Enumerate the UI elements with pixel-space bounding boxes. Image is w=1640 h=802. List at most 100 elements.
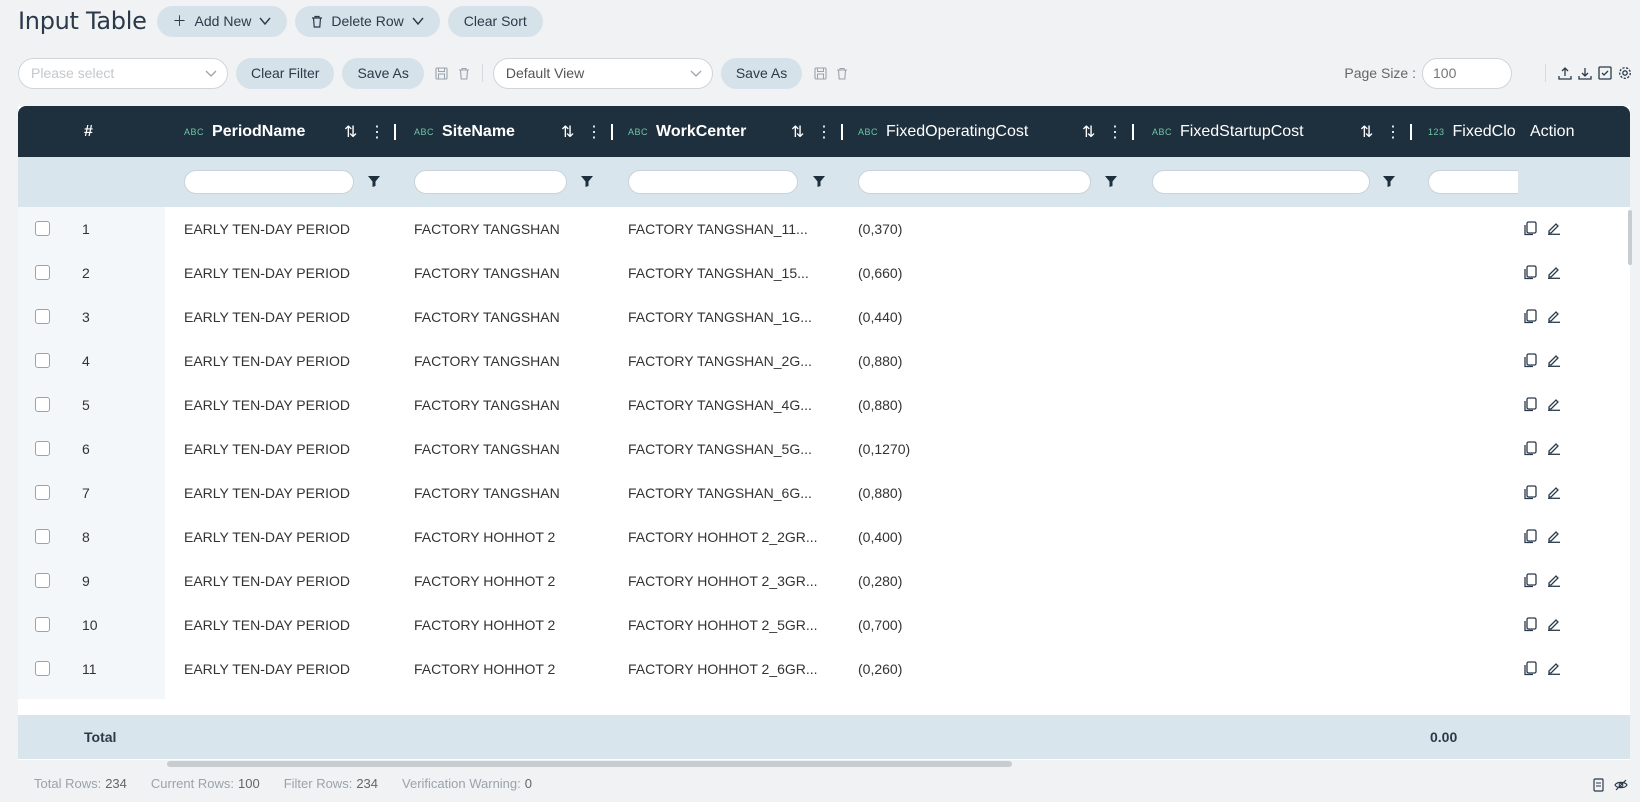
filter-select[interactable]: Please select (18, 57, 228, 89)
save-icon[interactable] (434, 65, 450, 81)
edit-icon[interactable] (1547, 529, 1561, 543)
upload-icon[interactable] (1558, 66, 1572, 80)
fixed-operating-cost-filter-input[interactable] (858, 170, 1091, 194)
row-checkbox[interactable] (35, 397, 50, 412)
row-checkbox[interactable] (35, 617, 50, 632)
column-resize-handle[interactable] (841, 106, 843, 157)
eye-off-icon[interactable] (1614, 778, 1628, 792)
table-row[interactable]: 9 EARLY TEN-DAY PERIOD FACTORY HOHHOT 2 FAC… (18, 559, 1630, 603)
sort-icon[interactable]: ⇅ (1082, 106, 1095, 157)
table-row[interactable]: 8 EARLY TEN-DAY PERIOD FACTORY HOHHOT 2 FAC… (18, 515, 1630, 559)
download-icon[interactable] (1578, 66, 1592, 80)
view-select[interactable]: Default View (492, 57, 713, 89)
row-checkbox[interactable] (35, 441, 50, 456)
edit-icon[interactable] (1547, 441, 1561, 455)
filter-icon[interactable] (813, 175, 825, 187)
column-header-fixed-operating-cost[interactable]: ABC FixedOperatingCost (858, 106, 1028, 157)
edit-icon[interactable] (1547, 661, 1561, 675)
fixed-closing-cost-filter-input[interactable] (1428, 170, 1518, 194)
edit-icon[interactable] (1547, 617, 1561, 631)
more-vertical-icon[interactable]: ⋮ (586, 106, 602, 157)
sort-icon[interactable]: ⇅ (561, 106, 574, 157)
sort-icon[interactable]: ⇅ (791, 106, 804, 157)
filter-icon[interactable] (1383, 175, 1395, 187)
horizontal-scrollbar[interactable] (167, 761, 1012, 767)
sort-icon[interactable]: ⇅ (344, 106, 357, 157)
vertical-scrollbar[interactable] (1628, 210, 1632, 265)
copy-icon[interactable] (1523, 617, 1537, 632)
trash-icon[interactable] (456, 65, 472, 81)
period-name-filter-input[interactable] (184, 170, 354, 194)
document-icon[interactable] (1592, 778, 1606, 792)
edit-icon[interactable] (1547, 265, 1561, 279)
site-name-filter-input[interactable] (414, 170, 567, 194)
copy-icon[interactable] (1523, 441, 1537, 456)
row-checkbox[interactable] (35, 265, 50, 280)
row-checkbox[interactable] (35, 573, 50, 588)
filter-icon[interactable] (581, 175, 593, 187)
row-checkbox[interactable] (35, 221, 50, 236)
save-icon[interactable] (812, 65, 828, 81)
column-header-site-name[interactable]: ABC SiteName (414, 106, 515, 157)
row-checkbox[interactable] (35, 529, 50, 544)
table-row[interactable]: 7 EARLY TEN-DAY PERIOD FACTORY TANGSHAN FAC… (18, 471, 1630, 515)
page-size-input[interactable]: 100 (1422, 57, 1512, 89)
column-resize-handle[interactable] (611, 106, 613, 157)
more-vertical-icon[interactable]: ⋮ (369, 106, 385, 157)
column-resize-handle[interactable] (394, 106, 396, 157)
copy-icon[interactable] (1523, 529, 1537, 544)
copy-icon[interactable] (1523, 309, 1537, 324)
copy-icon[interactable] (1523, 661, 1537, 676)
table-row[interactable]: 10 EARLY TEN-DAY PERIOD FACTORY HOHHOT 2 FA… (18, 603, 1630, 647)
more-vertical-icon[interactable]: ⋮ (816, 106, 832, 157)
save-view-as-button[interactable]: Save As (720, 57, 803, 89)
column-resize-handle[interactable] (1410, 106, 1412, 157)
column-header-fixed-startup-cost[interactable]: ABC FixedStartupCost (1152, 106, 1304, 157)
table-row[interactable]: 12 EARLY TEN-DAY PERIOD FACTORY HOHHOT 2 FA… (18, 691, 1630, 699)
edit-icon[interactable] (1547, 485, 1561, 499)
row-checkbox[interactable] (35, 485, 50, 500)
checkbox-list-icon[interactable] (1598, 66, 1612, 80)
copy-icon[interactable] (1523, 397, 1537, 412)
filter-icon[interactable] (368, 175, 380, 187)
table-row[interactable]: 2 EARLY TEN-DAY PERIOD FACTORY TANGSHAN FAC… (18, 251, 1630, 295)
save-filter-as-button[interactable]: Save As (342, 57, 424, 89)
edit-icon[interactable] (1547, 309, 1561, 323)
table-row[interactable]: 11 EARLY TEN-DAY PERIOD FACTORY HOHHOT 2 FA… (18, 647, 1630, 691)
row-checkbox[interactable] (35, 309, 50, 324)
edit-icon[interactable] (1547, 573, 1561, 587)
more-vertical-icon[interactable]: ⋮ (1385, 106, 1401, 157)
table-row[interactable]: 3 EARLY TEN-DAY PERIOD FACTORY TANGSHAN FAC… (18, 295, 1630, 339)
column-header-fixed-closing-cost[interactable]: 123 FixedClo (1428, 106, 1528, 157)
edit-icon[interactable] (1547, 397, 1561, 411)
table-row[interactable]: 5 EARLY TEN-DAY PERIOD FACTORY TANGSHAN FAC… (18, 383, 1630, 427)
copy-icon[interactable] (1523, 265, 1537, 280)
table-row[interactable]: 6 EARLY TEN-DAY PERIOD FACTORY TANGSHAN FAC… (18, 427, 1630, 471)
sort-icon[interactable]: ⇅ (1360, 106, 1373, 157)
column-header-period-name[interactable]: ABC PeriodName (184, 106, 305, 157)
fixed-startup-cost-filter-input[interactable] (1152, 170, 1370, 194)
column-resize-handle[interactable] (1132, 106, 1134, 157)
table-row[interactable]: 1 EARLY TEN-DAY PERIOD FACTORY TANGSHAN FAC… (18, 207, 1630, 251)
fixed-operating-cost-cell: (0,880) (858, 353, 903, 369)
copy-icon[interactable] (1523, 221, 1537, 236)
gear-icon[interactable] (1618, 66, 1632, 80)
clear-filter-button[interactable]: Clear Filter (236, 57, 335, 89)
row-checkbox[interactable] (35, 353, 50, 368)
filter-icon[interactable] (1105, 175, 1117, 187)
column-header-work-center[interactable]: ABC WorkCenter (628, 106, 746, 157)
copy-icon[interactable] (1523, 353, 1537, 368)
table-row[interactable]: 4 EARLY TEN-DAY PERIOD FACTORY TANGSHAN FAC… (18, 339, 1630, 383)
row-checkbox[interactable] (35, 661, 50, 676)
delete-row-button[interactable]: Delete Row (295, 5, 440, 37)
edit-icon[interactable] (1547, 353, 1561, 367)
add-new-button[interactable]: ＋ Add New (156, 5, 288, 37)
trash-icon[interactable] (834, 65, 850, 81)
copy-icon[interactable] (1523, 573, 1537, 588)
work-center-filter-input[interactable] (628, 170, 798, 194)
stat-value: 234 (105, 776, 127, 791)
copy-icon[interactable] (1523, 485, 1537, 500)
more-vertical-icon[interactable]: ⋮ (1107, 106, 1123, 157)
edit-icon[interactable] (1547, 221, 1561, 235)
clear-sort-button[interactable]: Clear Sort (447, 5, 543, 37)
